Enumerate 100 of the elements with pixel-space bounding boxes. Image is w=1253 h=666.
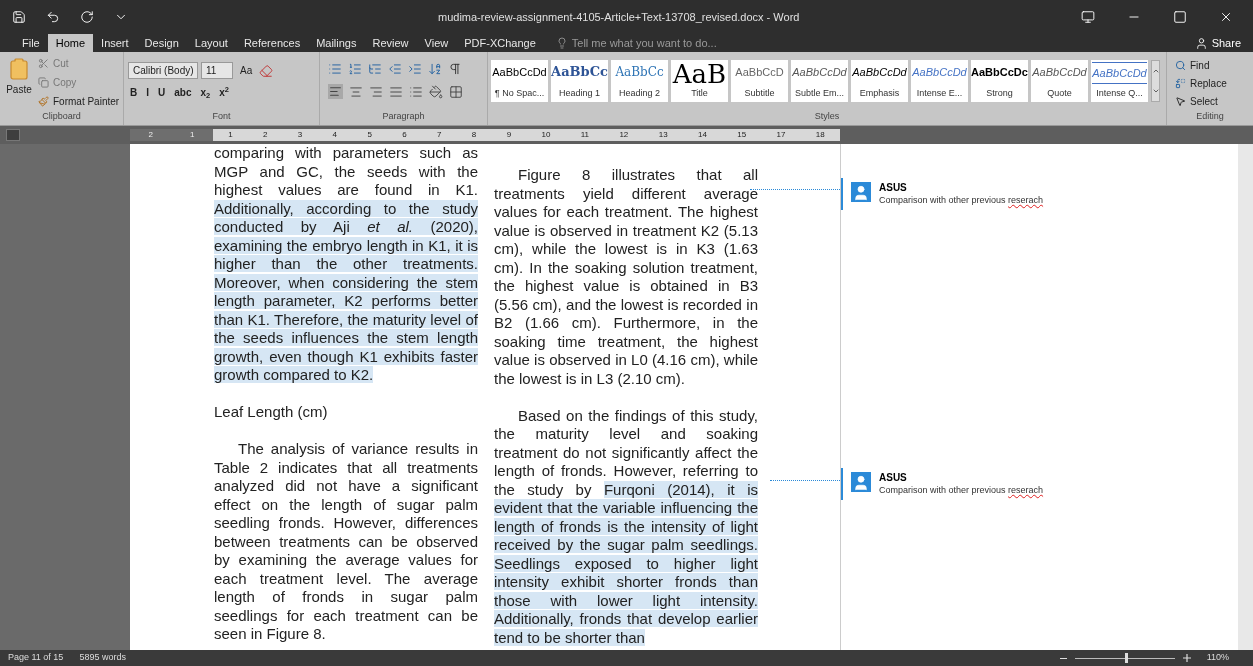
zoom-thumb[interactable] [1124,652,1128,663]
format-button[interactable]: abc [172,85,194,100]
find-button[interactable]: Find [1175,58,1245,73]
comment-author: ASUS [879,182,908,194]
replace-icon [1175,78,1186,89]
align-right-icon[interactable] [369,84,383,99]
shading-icon[interactable] [429,84,443,99]
save-icon[interactable] [12,10,26,24]
ruler-number: 18 [815,129,825,141]
style-item[interactable]: AaBbCcDd Intense Q... [1091,60,1148,102]
align-left-icon[interactable] [328,84,343,99]
gallery-scroll[interactable] [1151,60,1160,102]
pointer-icon [1175,96,1186,107]
group-label: Styles [813,109,841,123]
ribbon-tab[interactable]: View [416,34,457,52]
sort-icon[interactable] [428,62,442,76]
group-label: Font [211,109,232,123]
ruler-number: 9 [506,129,512,141]
style-item[interactable]: AaBbCcDd Subtle Em... [791,60,848,102]
style-item[interactable]: AaBbCcDc Strong [971,60,1028,102]
style-item[interactable]: AaBbCcDd Quote [1031,60,1088,102]
borders-icon[interactable] [449,84,463,99]
format-button[interactable]: x$^{2}$ [217,85,231,100]
paragraph: The analysis of variance results in Table 2 indicates that all treatments analyzed did not have a significant effect on the length of sugar palm seedling fronds. However, differences between treatments can be observed by examining the average values for each treatment level. The average length of fronds in sugar palm seedlings for each treatment can be seen in Figure 8. [214,440,478,644]
line-spacing-icon[interactable] [409,84,423,99]
copy-icon [38,77,49,88]
ribbon-tab[interactable]: Mailings [308,34,365,52]
style-item[interactable]: AaBbCcD Subtitle [731,60,788,102]
paragraph: Figure 8 illustrates that all treatments yield different average values for each treatment. The highest value is observed in treatment K2 (5.13 cm), while the lowest is in K3 (1.63 cm). In the soaking solution treatment, the highest value is obtained in B3 (5.56 cm), and the lowest is recorded in B2 (1.66 cm). Furthermore, in the soaking time treatment, the highest value is observed in L0 (4.16 cm), while the lowest is in L3 (2.10 cm). [494,166,758,388]
scrollbar[interactable] [1238,144,1253,650]
ribbon-tab[interactable]: File [14,34,48,52]
paragraph: Leaf Length (cm) [214,403,329,422]
ribbon-tab[interactable]: PDF-XChange [456,34,544,52]
person-icon [1194,36,1208,50]
comment-connector [770,480,840,481]
justify-icon[interactable] [389,84,403,99]
scissors-icon [38,58,49,69]
font-name-field[interactable]: Calibri (Body) [128,62,198,79]
ruler-number: 14 [697,129,707,141]
ribbon-display-icon[interactable] [1081,10,1095,24]
close-icon[interactable] [1219,10,1233,24]
ribbon-tab[interactable]: Layout [186,34,236,52]
ribbon-tab[interactable]: Review [364,34,417,52]
ribbon-tab[interactable]: Insert [93,34,137,52]
ruler-number: 17 [776,129,786,141]
ribbon-tab[interactable]: References [235,34,309,52]
ruler-number: 1 [228,129,233,141]
clear-format-icon[interactable] [259,63,274,78]
ruler-number: 13 [658,129,668,141]
style-item[interactable]: AaBbCcDd Emphasis [851,60,908,102]
lightbulb-icon [555,37,568,49]
change-case-button[interactable]: Aa [236,63,257,78]
maximize-icon[interactable] [1173,10,1187,24]
font-size-field[interactable]: 11 [201,62,233,79]
scroll-down-icon[interactable] [1151,87,1160,95]
style-item[interactable]: AaBbCcDd ¶ No Spac... [491,60,548,102]
format-button[interactable]: B [128,85,140,100]
style-item[interactable]: AaBbCc Heading 2 [611,60,668,102]
zoom-level[interactable]: 110% [1206,651,1245,665]
ruler-number: 1 [190,129,195,141]
tab-selector-icon[interactable] [6,129,20,141]
ribbon-tab[interactable]: Home [47,34,94,52]
ruler-number: 10 [541,129,551,141]
window-title: mudima-review-assignment-4105-Article+Text-13708_revised.docx - Word [438,9,801,25]
scroll-up-icon[interactable] [1151,67,1160,75]
format-painter-button[interactable]: Format Painter [38,94,120,109]
align-center-icon[interactable] [349,84,363,99]
word-count[interactable]: 5895 words [79,651,126,665]
undo-icon[interactable] [46,10,60,24]
group-label: Clipboard [41,109,82,123]
ribbon-tab[interactable]: Design [136,34,187,52]
zoom-in-icon[interactable] [1182,654,1191,662]
style-item[interactable]: AaB Title [671,60,728,102]
redo-icon[interactable] [80,10,94,24]
search-icon [1175,60,1186,71]
replace-button[interactable]: Replace [1175,76,1245,91]
numbering-icon[interactable] [348,62,362,76]
ruler-number: 11 [580,129,590,141]
ruler-number: 15 [737,129,747,141]
ruler-number: 4 [332,129,338,141]
comment-text: Comparison with other previous reserach [879,484,1044,496]
style-item[interactable]: AaBbCc Heading 1 [551,60,608,102]
ruler-number: 6 [402,129,407,141]
format-button[interactable]: I [144,85,151,100]
comment-author: ASUS [879,472,908,484]
multilevel-list-icon[interactable] [368,62,382,76]
ruler-number: 3 [297,129,303,141]
paintbrush-icon [38,96,49,107]
ruler-number: 5 [367,129,372,141]
pilcrow-icon[interactable] [448,62,462,76]
ruler-number: 12 [619,129,629,141]
style-item[interactable]: AaBbCcDd Intense E... [911,60,968,102]
share-button[interactable]: Share [1194,34,1253,52]
format-button[interactable]: U [156,85,168,100]
paste-button[interactable]: Paste [4,56,34,110]
tell-me-field[interactable]: Tell me what you want to do... [555,34,772,52]
page-count[interactable]: Page 11 of 15 [8,651,64,665]
format-button[interactable]: x$_{2}$ [198,85,213,100]
ruler-number: 7 [437,129,442,141]
select-button[interactable]: Select [1175,94,1245,109]
